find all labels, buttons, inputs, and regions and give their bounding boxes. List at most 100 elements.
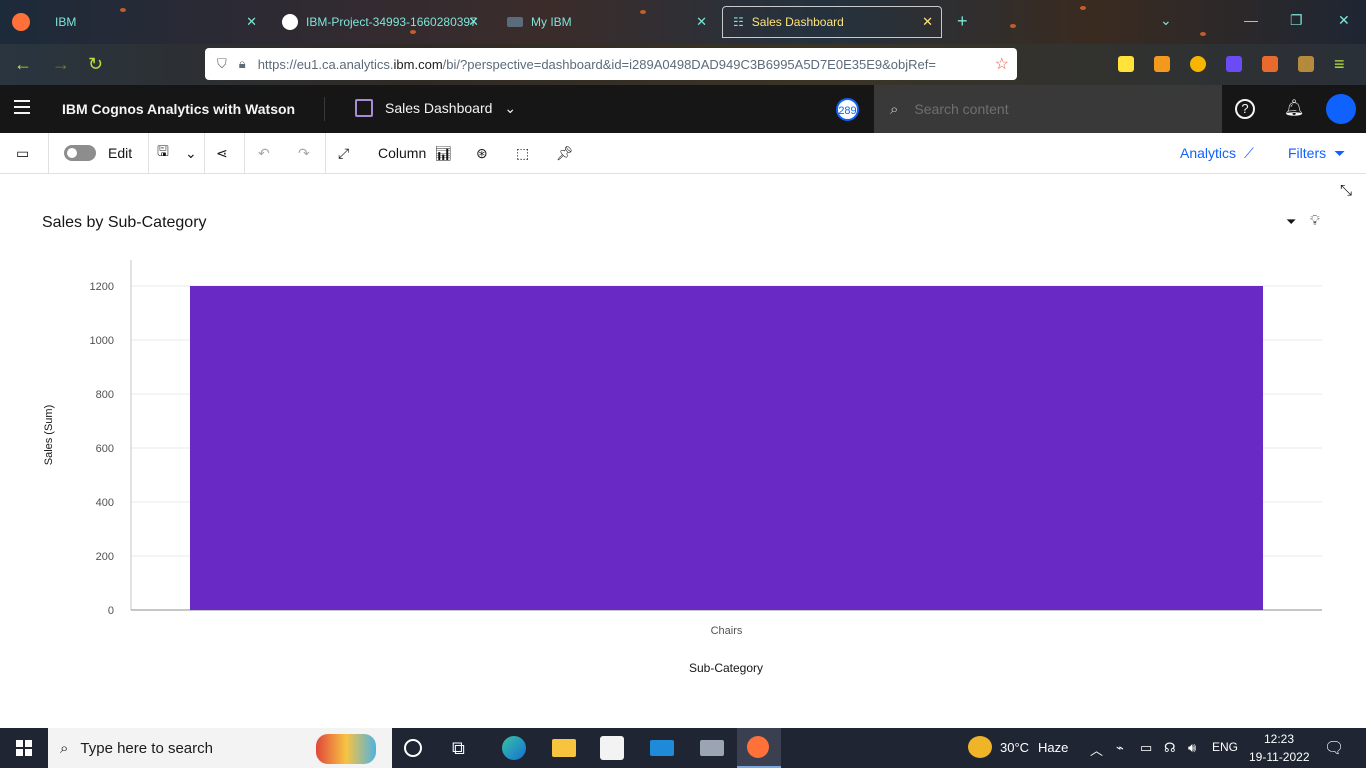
chevron-up-icon[interactable]: ︿ [1090,740,1103,759]
visualization-type-label: Column [378,145,427,161]
lock-icon[interactable]: 🔒︎ [239,56,246,72]
microsoft-store-icon[interactable] [600,736,624,760]
minimize-icon[interactable]: — [1244,12,1258,28]
app-icon[interactable] [700,740,724,756]
reload-icon[interactable]: ↻ [88,54,103,75]
y-tick-label: 1000 [90,335,114,347]
tab-sales-dashboard[interactable]: ☷ Sales Dashboard ✕ [722,6,942,38]
extension-icon[interactable] [1298,56,1314,72]
browser-menu-icon[interactable]: ≡ [1334,54,1345,75]
app-header: IBM Cognos Analytics with Watson Sales D… [0,85,1366,133]
filters-button[interactable]: Filters ⏷ [1288,133,1345,173]
shield-icon[interactable]: ⛉ [217,56,227,72]
decorative-leaf [1010,24,1016,28]
select-area-icon[interactable]: ⬚ [516,133,529,173]
tab-title: IBM [55,15,77,29]
task-view-icon[interactable]: ⧉ [452,736,476,760]
volume-icon[interactable]: 🔊︎ [1188,740,1196,756]
undo-icon[interactable]: ↶ [258,133,270,173]
chevron-down-icon[interactable]: ⌄ [185,133,197,173]
windows-start-icon[interactable] [16,740,32,756]
taskbar-firefox-active[interactable] [737,728,781,768]
file-explorer-icon[interactable] [552,739,576,757]
forward-icon[interactable]: → [52,54,70,75]
share-icon[interactable]: ⋖ [216,133,228,173]
battery-icon[interactable]: ▭ [1140,740,1152,756]
tab-title: IBM-Project-34993-1660280397 [306,15,476,29]
extension-icon[interactable] [1190,56,1206,72]
toggle-switch[interactable] [64,145,96,161]
divider [204,133,205,173]
pocket-extension-icon[interactable] [1118,56,1134,72]
expand-icon[interactable]: ⤢ [338,133,349,173]
help-icon[interactable]: ? [1235,99,1255,119]
close-icon[interactable]: ✕ [922,14,933,30]
maximize-icon[interactable]: ❐ [1290,12,1303,29]
notification-center-icon[interactable]: 🗨︎ [1324,738,1344,758]
mail-icon[interactable] [650,740,674,756]
close-icon[interactable]: ✕ [468,14,479,30]
notifications-bell-icon[interactable]: 🔔︎ [1283,98,1305,120]
save-icon[interactable]: 🖫︎ [157,133,169,173]
analytics-trend-icon: ⟋ [1244,144,1254,161]
taskbar-search-placeholder: Type here to search [80,739,213,757]
list-tabs-icon[interactable]: ⌄ [1160,12,1172,29]
user-avatar-icon[interactable] [1326,94,1356,124]
language-indicator[interactable]: ENG [1212,740,1238,754]
color-palette-icon[interactable]: ⊛ [476,133,488,173]
cortana-icon[interactable] [404,739,422,757]
extension-icon[interactable] [1262,56,1278,72]
analytics-label: Analytics [1180,145,1237,161]
close-icon[interactable]: ✕ [696,14,707,30]
dashboard-toolbar: ▭ Edit 🖫︎ ⌄ ⋖ ↶ ↷ ⤢ Column 📊︎ ⊛ ⬚ 📌︎ Ana… [0,133,1366,174]
x-axis-title: Sub-Category [689,661,763,675]
back-icon[interactable]: ← [14,54,32,75]
analytics-button[interactable]: Analytics ⟋ [1180,133,1254,173]
close-icon[interactable]: ✕ [246,14,257,30]
dashboard-name: Sales Dashboard [385,100,493,116]
browser-navigation-bar: ← → ↻ ⛉ 🔒︎ https://eu1.ca.analytics.ibm.… [0,44,1366,85]
visualization-type-selector[interactable]: Column 📊︎ [378,133,452,173]
chevron-down-icon[interactable]: ⌄ [504,100,516,117]
redo-icon[interactable]: ↷ [298,133,310,173]
edit-toggle[interactable]: Edit [64,133,132,173]
extension-d-icon[interactable] [1226,56,1242,72]
windows-taskbar: ⌕ Type here to search ⧉ 30°C Haze ︿ ⌁ ▭ … [0,728,1366,768]
wifi-icon[interactable]: ☊ [1164,740,1176,756]
search-icon: ⌕ [890,100,899,118]
hamburger-menu-icon[interactable] [14,100,30,118]
divider [244,133,245,173]
decorative-leaf [1080,6,1086,10]
y-tick-label: 600 [96,443,114,455]
clock-date[interactable]: 19-11-2022 [1249,750,1310,764]
pin-icon[interactable]: 📌︎ [556,133,574,173]
firefox-icon[interactable] [12,13,30,31]
dashboard-switcher[interactable]: Sales Dashboard ⌄ [355,99,516,117]
clock-time[interactable]: 12:23 [1264,732,1294,746]
weather-description[interactable]: Haze [1038,740,1068,755]
address-bar[interactable]: ⛉ 🔒︎ https://eu1.ca.analytics.ibm.com/bi… [205,48,1017,80]
dashboard-icon [355,99,373,117]
weather-haze-icon[interactable] [968,736,992,758]
comment-icon[interactable]: ▭ [16,133,29,173]
search-input[interactable] [914,101,1195,117]
bookmark-star-icon[interactable]: ☆ [995,54,1009,74]
y-tick-label: 400 [96,497,114,509]
network-icon[interactable]: ⌁ [1116,740,1124,756]
divider [148,133,149,173]
tab-github[interactable]: IBM-Project-34993-1660280397 ✕ [272,6,487,38]
taskbar-search[interactable]: ⌕ Type here to search [48,728,392,768]
bar[interactable] [190,286,1263,610]
edge-icon[interactable] [502,736,526,760]
search-box[interactable]: ⌕ [874,85,1222,133]
weather-temperature[interactable]: 30°C [1000,740,1029,755]
notification-count-badge[interactable]: 289 [836,98,859,121]
search-highlight-illustration [316,734,376,764]
amazon-extension-icon[interactable] [1154,56,1170,72]
tab-ibm[interactable]: IBM ✕ [45,6,265,38]
close-window-icon[interactable]: ✕ [1338,12,1350,29]
new-tab-icon[interactable]: + [957,11,968,32]
column-chart[interactable]: 0 200 400 600 800 1000 1200 Chairs Sub-Category S… [0,174,1366,728]
github-icon [282,14,298,30]
tab-my-ibm[interactable]: My IBM ✕ [497,6,715,38]
